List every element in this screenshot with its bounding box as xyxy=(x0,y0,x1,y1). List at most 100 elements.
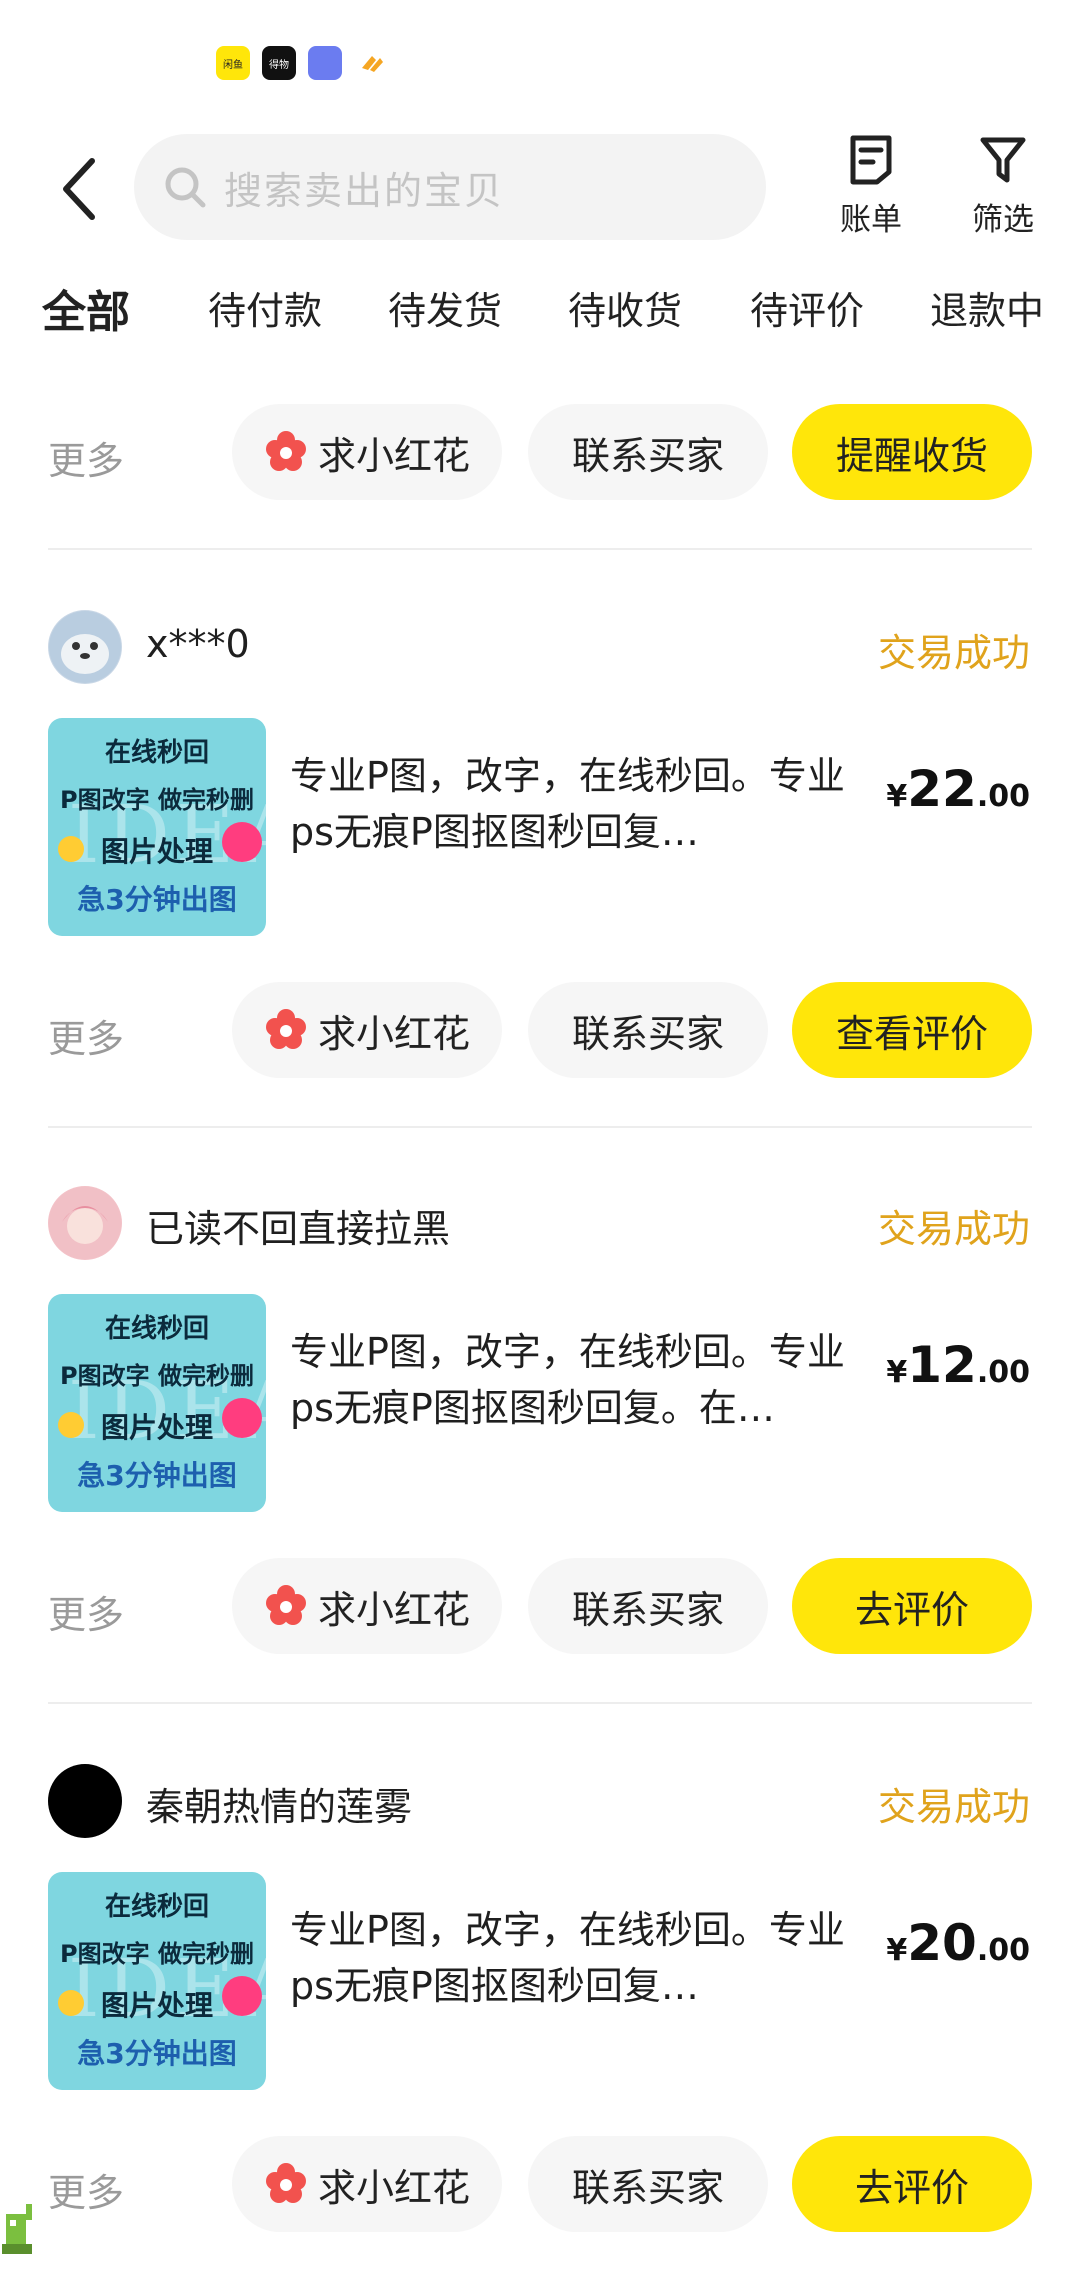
ask-flower-label: 求小红花 xyxy=(317,2165,470,2210)
ask-flower-label: 求小红花 xyxy=(317,1011,470,1056)
bill-icon xyxy=(850,135,892,185)
filter-button[interactable]: 筛选 xyxy=(948,134,1058,239)
tab-all[interactable]: 全部 xyxy=(36,276,136,340)
tab-label: 退款中 xyxy=(930,289,1045,333)
price: ¥22.00 xyxy=(886,760,1030,818)
product-title[interactable]: 专业P图，改字，在线秒回。专业ps无痕P图抠图秒回复… xyxy=(290,748,850,860)
remind-receipt-button[interactable]: 提醒收货 xyxy=(792,404,1032,500)
contact-buyer-button[interactable]: 联系买家 xyxy=(528,404,768,500)
order-status: 交易成功 xyxy=(877,1785,1030,1829)
product-title[interactable]: 专业P图，改字，在线秒回。专业ps无痕P图抠图秒回复。在… xyxy=(290,1324,860,1436)
product-title[interactable]: 专业P图，改字，在线秒回。专业ps无痕P图抠图秒回复… xyxy=(290,1902,850,2014)
order-actions: 更多 求小红花 联系买家 提醒收货 xyxy=(0,404,1080,504)
badge-icon xyxy=(222,1398,262,1438)
order-actions: 更多 求小红花 联系买家 去评价 xyxy=(0,2136,1080,2236)
order-card[interactable]: x***0 交易成功 IDEA 在线秒回 P图改字 做完秒删 图片处理 急3分钟… xyxy=(0,610,1080,1010)
thumbnail-line-1: 在线秒回 xyxy=(104,1314,209,1344)
buyer-name: 秦朝热情的莲雾 xyxy=(146,1785,413,1829)
tab-pending-receipt[interactable]: 待收货 xyxy=(568,280,682,335)
tab-label: 待评价 xyxy=(750,289,865,333)
search-icon xyxy=(165,167,206,208)
product-thumbnail[interactable]: IDEA 在线秒回 P图改字 做完秒删 图片处理 急3分钟出图 xyxy=(48,718,266,936)
price: ¥12.00 xyxy=(886,1336,1030,1394)
write-review-label: 去评价 xyxy=(854,2165,969,2210)
thumbnail-line-1: 在线秒回 xyxy=(104,738,209,768)
search-input[interactable]: 搜索卖出的宝贝 xyxy=(134,134,766,240)
write-review-button[interactable]: 去评价 xyxy=(792,1558,1032,1654)
thumbnail-line-2: P图改字 做完秒删 xyxy=(60,1940,254,1968)
ask-flower-button[interactable]: 求小红花 xyxy=(232,404,502,500)
divider xyxy=(48,548,1032,550)
floating-pet-icon[interactable] xyxy=(0,2200,40,2260)
tab-pending-payment[interactable]: 待付款 xyxy=(208,280,322,335)
product-thumbnail[interactable]: IDEA 在线秒回 P图改字 做完秒删 图片处理 急3分钟出图 xyxy=(48,1872,266,2090)
heart-app-icon xyxy=(354,46,388,80)
price-decimal: .00 xyxy=(976,1933,1030,1968)
thumbnail-line-4: 急3分钟出图 xyxy=(77,2037,237,2070)
thumbnail-line-4: 急3分钟出图 xyxy=(77,1459,237,1492)
buyer-name: 已读不回直接拉黑 xyxy=(146,1207,451,1251)
buyer-name: x***0 xyxy=(146,622,250,666)
tab-pending-review[interactable]: 待评价 xyxy=(750,280,864,335)
order-actions: 更多 求小红花 联系买家 查看评价 xyxy=(0,982,1080,1082)
flower-icon xyxy=(264,2162,308,2206)
order-card[interactable]: 已读不回直接拉黑 交易成功 IDEA 在线秒回 P图改字 做完秒删 图片处理 急… xyxy=(0,1186,1080,1586)
avatar xyxy=(48,610,122,684)
more-link[interactable]: 更多 xyxy=(48,1584,124,1639)
status-bar-icons: 闲鱼 得物 xyxy=(216,46,388,80)
ask-flower-label: 求小红花 xyxy=(317,1587,470,1632)
write-review-button[interactable]: 去评价 xyxy=(792,2136,1032,2232)
thumbnail-line-2: P图改字 做完秒删 xyxy=(60,1362,254,1390)
product-thumbnail[interactable]: IDEA 在线秒回 P图改字 做完秒删 图片处理 急3分钟出图 xyxy=(48,1294,266,1512)
price-integer: 22 xyxy=(907,760,977,818)
contact-buyer-button[interactable]: 联系买家 xyxy=(528,982,768,1078)
write-review-label: 去评价 xyxy=(854,1587,969,1632)
tab-label: 全部 xyxy=(42,287,130,338)
tab-label: 待发货 xyxy=(388,289,503,333)
price-integer: 20 xyxy=(907,1914,977,1972)
thumbnail-line-2: P图改字 做完秒删 xyxy=(60,786,254,814)
view-review-button[interactable]: 查看评价 xyxy=(792,982,1032,1078)
dewu-app-icon: 得物 xyxy=(262,46,296,80)
bill-label: 账单 xyxy=(840,202,902,238)
order-status: 交易成功 xyxy=(877,631,1030,675)
price-decimal: .00 xyxy=(976,779,1030,814)
tab-label: 待收货 xyxy=(568,289,683,333)
order-status: 交易成功 xyxy=(877,1207,1030,1251)
contact-buyer-label: 联系买家 xyxy=(571,1011,724,1056)
tab-refunding[interactable]: 退款中 xyxy=(930,280,1044,335)
contact-buyer-label: 联系买家 xyxy=(571,2165,724,2210)
view-review-label: 查看评价 xyxy=(835,1011,988,1056)
chevron-left-icon xyxy=(63,158,95,220)
ask-flower-label: 求小红花 xyxy=(317,433,470,478)
flower-icon xyxy=(264,1584,308,1628)
ask-flower-button[interactable]: 求小红花 xyxy=(232,1558,502,1654)
ask-flower-button[interactable]: 求小红花 xyxy=(232,982,502,1078)
back-button[interactable] xyxy=(48,154,108,224)
divider xyxy=(48,1702,1032,1704)
app-icon xyxy=(308,46,342,80)
avatar xyxy=(48,1186,122,1260)
more-link[interactable]: 更多 xyxy=(48,1008,124,1063)
price: ¥20.00 xyxy=(886,1914,1030,1972)
ask-flower-button[interactable]: 求小红花 xyxy=(232,2136,502,2232)
filter-icon xyxy=(980,137,1026,183)
price-decimal: .00 xyxy=(976,1355,1030,1390)
order-card[interactable]: 秦朝热情的莲雾 交易成功 IDEA 在线秒回 P图改字 做完秒删 图片处理 急3… xyxy=(0,1764,1080,2164)
order-tabs: 全部 待付款 待发货 待收货 待评价 退款中 xyxy=(0,280,1080,350)
contact-buyer-label: 联系买家 xyxy=(571,433,724,478)
badge-icon xyxy=(222,1976,262,2016)
more-link[interactable]: 更多 xyxy=(48,430,124,485)
tab-pending-shipment[interactable]: 待发货 xyxy=(388,280,502,335)
badge-icon xyxy=(222,822,262,862)
contact-buyer-button[interactable]: 联系买家 xyxy=(528,2136,768,2232)
divider xyxy=(48,1126,1032,1128)
xianyu-app-icon: 闲鱼 xyxy=(216,46,250,80)
price-integer: 12 xyxy=(907,1336,977,1394)
avatar xyxy=(48,1764,122,1838)
header: 搜索卖出的宝贝 账单 筛选 xyxy=(0,130,1080,250)
bill-button[interactable]: 账单 xyxy=(816,134,926,239)
contact-buyer-button[interactable]: 联系买家 xyxy=(528,1558,768,1654)
more-link[interactable]: 更多 xyxy=(48,2162,124,2217)
xianyu-app-label: 闲鱼 xyxy=(223,59,243,71)
